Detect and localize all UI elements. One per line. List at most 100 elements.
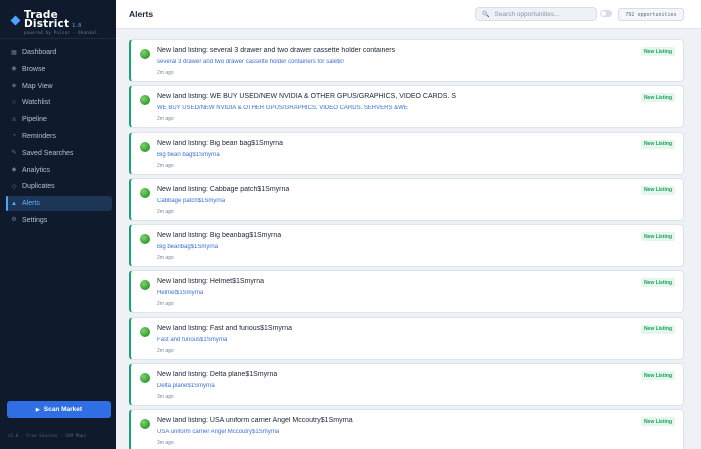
search-input[interactable] (494, 10, 595, 18)
header: Alerts 🔍 792 opportunities (116, 0, 701, 29)
new-listing-badge: New Listing (640, 139, 675, 149)
alert-title: New land listing: Big beanbag$1Smyrna (157, 232, 282, 240)
alert-subtitle-link[interactable]: Fast and furious$1Smyrna (157, 337, 227, 343)
grid-icon: ▦ (11, 49, 17, 56)
alert-card[interactable]: New land listing: USA uniform carrier An… (129, 409, 684, 449)
status-dot-icon (140, 234, 150, 245)
diamond-logo-icon (10, 15, 21, 26)
status-dot-icon (140, 419, 150, 430)
new-listing-badge: New Listing (640, 93, 675, 103)
sidebar-item-reminders[interactable]: ◔ Reminders (6, 129, 112, 144)
duplicates-icon: ◇ (11, 183, 17, 190)
status-dot-icon (140, 95, 150, 106)
sidebar-item-label: Watchlist (22, 99, 51, 107)
alert-card[interactable]: New land listing: Big beanbag$1Smyrna Big… (129, 224, 684, 268)
opportunities-count: 792 opportunities (618, 8, 684, 21)
sidebar-item-label: Dashboard (22, 49, 57, 56)
new-listing-badge: New Listing (640, 371, 675, 381)
sidebar-item-saved-searches[interactable]: ✎ Saved Searches (6, 146, 112, 161)
alert-title: New land listing: Delta plane$1Smyrna (157, 371, 278, 379)
new-listing-badge: New Listing (640, 278, 675, 288)
alert-title: New land listing: Big bean bag$1Smyrna (157, 139, 284, 147)
alert-icon: ▲ (11, 200, 17, 207)
alert-card[interactable]: New land listing: Cabbage patch$1Smyrna C… (129, 177, 684, 221)
sidebar-item-dashboard[interactable]: ▦ Dashboard (6, 45, 112, 60)
sidebar-item-label: Alerts (22, 200, 40, 208)
new-listing-badge: New Listing (640, 232, 675, 242)
sidebar-item-label: Pipeline (22, 116, 47, 124)
status-dot-icon (140, 373, 150, 384)
alert-subtitle-link[interactable]: Delta plane$1Smyrna (157, 383, 215, 389)
map-icon: ◈ (11, 83, 17, 90)
sidebar-item-duplicates[interactable]: ◇ Duplicates (6, 179, 112, 194)
alert-card[interactable]: New land listing: Delta plane$1Smyrna Del… (129, 363, 684, 407)
star-icon: ☆ (11, 99, 17, 106)
sidebar-item-label: Duplicates (22, 183, 55, 191)
alert-subtitle-link[interactable]: USA uniform carrier Angel Mccoutry$1Smyr… (157, 429, 279, 435)
alert-timestamp: 2m ago (157, 208, 174, 215)
alert-subtitle-link[interactable]: WE BUY USED/NEW NVIDIA & OTHER GPUS/GRAP… (157, 105, 408, 111)
alert-title: New land listing: Helmet$1Smyrna (157, 278, 264, 286)
brand-version: 1.0 (72, 23, 82, 29)
page-title: Alerts (129, 9, 154, 19)
sidebar-item-browse[interactable]: ◉ Browse (6, 62, 112, 77)
alert-subtitle-link[interactable]: Cabbage patch$1Smyrna (157, 198, 225, 204)
alert-card[interactable]: New land listing: Helmet$1Smyrna Helmet$1… (129, 270, 684, 314)
alert-title: New land listing: several 3 drawer and t… (157, 47, 396, 54)
play-icon: ▶ (35, 406, 40, 413)
alert-timestamp: 2m ago (157, 301, 174, 308)
status-dot-icon (140, 280, 150, 291)
sidebar-item-label: Map View (22, 82, 53, 90)
status-dot-icon (140, 187, 150, 198)
divider (0, 38, 116, 39)
status-dot-icon (140, 49, 150, 59)
sidebar-item-label: Settings (22, 216, 48, 224)
search-box[interactable]: 🔍 (475, 7, 597, 21)
alert-subtitle-link[interactable]: Big bean bag$1Smyrna (157, 152, 220, 158)
new-listing-badge: New Listing (640, 417, 675, 427)
status-dot-icon (140, 141, 150, 152)
sidebar-nav: ▦ Dashboard ◉ Browse ◈ Map View ☆ Watchlist ≡ Pip… (6, 45, 112, 230)
brand-tagline: powered by Pulsar · Okanmal (24, 30, 98, 35)
alert-subtitle-link[interactable]: Big beanbag$1Smyrna (157, 244, 218, 250)
pipeline-icon: ≡ (12, 116, 16, 123)
alert-timestamp: 3m ago (157, 440, 174, 447)
alert-timestamp: 3m ago (157, 394, 174, 401)
sidebar-item-label: Saved Searches (22, 149, 74, 157)
brand-name-line2: District (24, 18, 70, 30)
new-listing-badge: New Listing (640, 185, 675, 195)
alert-title: New land listing: Fast and furious$1Smyr… (157, 324, 293, 332)
alert-card[interactable]: New land listing: several 3 drawer and t… (129, 39, 684, 82)
sidebar-item-alerts[interactable]: ▲ Alerts (6, 196, 112, 212)
sidebar-item-label: Reminders (22, 132, 56, 140)
alert-card[interactable]: New land listing: Fast and furious$1Smyr… (129, 316, 684, 360)
bell-icon: ◔ (12, 133, 16, 140)
alert-card[interactable]: New land listing: Big bean bag$1Smyrna Bi… (129, 131, 684, 175)
gear-icon: ⚙ (11, 217, 17, 224)
sidebar-item-map-view[interactable]: ◈ Map View (6, 79, 112, 94)
theme-toggle[interactable] (600, 10, 612, 17)
alert-title: New land listing: USA uniform carrier An… (157, 417, 353, 425)
alert-subtitle-link[interactable]: Helmet$1Smyrna (157, 290, 203, 296)
sidebar-footer: v1.0 · Free Sources · OSM Maps (8, 433, 87, 438)
new-listing-badge: New Listing (640, 324, 675, 334)
sidebar-item-watchlist[interactable]: ☆ Watchlist (6, 95, 112, 110)
alerts-list: New land listing: several 3 drawer and t… (129, 39, 684, 449)
alert-title: New land listing: WE BUY USED/NEW NVIDIA… (157, 93, 456, 101)
scan-market-label: Scan Market (43, 406, 83, 413)
alert-card[interactable]: New land listing: WE BUY USED/NEW NVIDIA… (129, 85, 684, 129)
sidebar-item-label: Analytics (22, 166, 51, 174)
alert-timestamp: 2m ago (157, 255, 174, 262)
bookmark-icon: ✎ (11, 150, 17, 157)
brand-logo[interactable]: Trade District 1.0 powered by Pulsar · O… (10, 10, 98, 35)
browse-icon: ◉ (11, 66, 17, 73)
analytics-icon: ◆ (11, 167, 17, 174)
alert-subtitle-link[interactable]: several 3 drawer and two drawer cassette… (157, 59, 344, 65)
sidebar-item-analytics[interactable]: ◆ Analytics (6, 163, 112, 178)
scan-market-button[interactable]: ▶ Scan Market (7, 401, 111, 418)
alert-timestamp: 2m ago (157, 162, 174, 169)
sidebar-item-label: Browse (22, 65, 46, 73)
sidebar-item-pipeline[interactable]: ≡ Pipeline (6, 112, 112, 127)
sidebar-item-settings[interactable]: ⚙ Settings (6, 213, 112, 228)
alert-timestamp: 2m ago (157, 347, 174, 354)
